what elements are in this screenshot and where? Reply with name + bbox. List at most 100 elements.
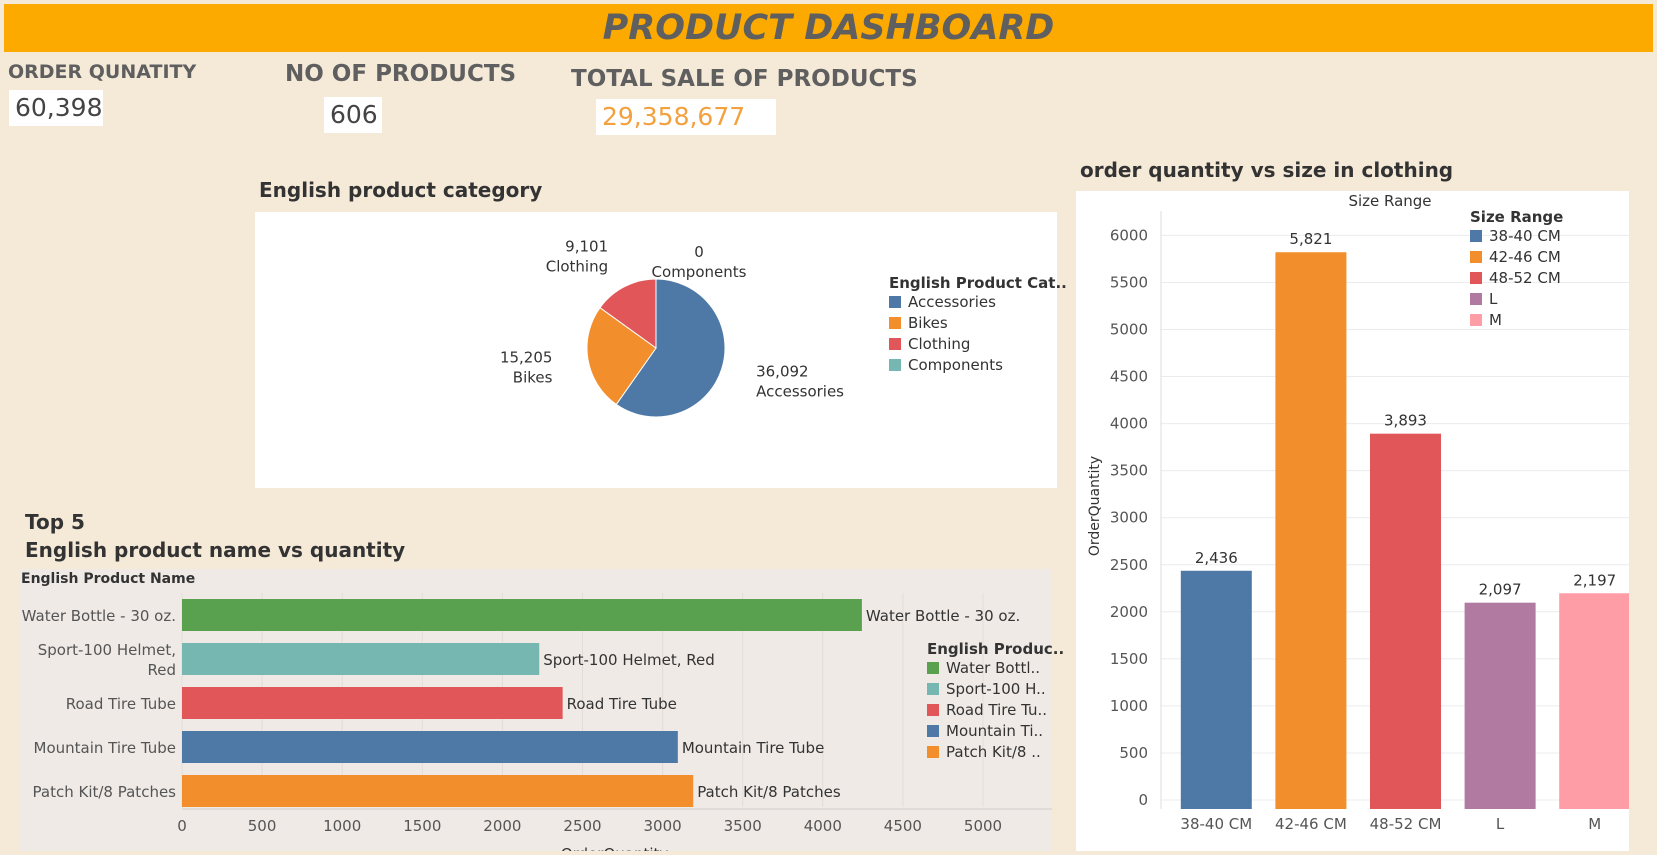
- y-tick-label: 6000: [1110, 226, 1148, 244]
- top5-legend-item[interactable]: Road Tire Tu..: [927, 700, 1064, 721]
- y-axis-title: English Product Name: [21, 571, 195, 587]
- x-tick-label: M: [1588, 815, 1601, 833]
- pie-legend-label: Components: [908, 356, 1003, 374]
- y-tick-label: Patch Kit/8 Patches: [33, 783, 177, 801]
- top5-legend-label: Water Bottl..: [946, 659, 1041, 677]
- bar-data-label: Patch Kit/8 Patches: [697, 783, 841, 801]
- bar-data-label: 5,821: [1289, 230, 1332, 248]
- x-tick-label: 1500: [403, 817, 441, 835]
- x-tick-label: 3500: [724, 817, 762, 835]
- y-tick-label: Red: [148, 661, 177, 679]
- x-tick-label: 2500: [563, 817, 601, 835]
- top5-legend-item[interactable]: Water Bottl..: [927, 658, 1064, 679]
- size-legend-title: Size Range: [1470, 208, 1564, 226]
- bar: [1559, 593, 1631, 809]
- size-legend-swatch: [1470, 314, 1482, 326]
- y-tick-label: 4500: [1110, 368, 1148, 386]
- y-tick-label: 0: [1138, 791, 1148, 809]
- pie-value-label: 9,101: [565, 238, 608, 256]
- x-tick-label: 0: [177, 817, 187, 835]
- bar-data-label: 3,893: [1384, 412, 1427, 430]
- bar-data-label: Water Bottle - 30 oz.: [866, 607, 1020, 625]
- top5-title-line2: English product name vs quantity: [25, 538, 406, 562]
- x-tick-label: 42-46 CM: [1275, 815, 1347, 833]
- y-tick-label: 4000: [1110, 415, 1148, 433]
- bar: [1180, 570, 1252, 809]
- x-tick-label: 1000: [323, 817, 361, 835]
- size-legend-item[interactable]: M: [1470, 310, 1563, 331]
- pie-legend-swatch: [889, 359, 901, 371]
- y-axis-title: OrderQuantity: [1087, 456, 1103, 556]
- dashboard-title: PRODUCT DASHBOARD: [602, 8, 1055, 48]
- y-tick-label: Water Bottle - 30 oz.: [22, 607, 176, 625]
- pie-value-label: 15,205: [500, 348, 552, 366]
- order-quantity-label: ORDER QUNATITY: [8, 61, 197, 83]
- pie-legend-item[interactable]: Bikes: [889, 313, 1067, 334]
- y-tick-label: 5000: [1110, 321, 1148, 339]
- total-sale-label: TOTAL SALE OF PRODUCTS: [571, 66, 918, 92]
- pie-chart-title: English product category: [259, 178, 543, 202]
- pie-legend-swatch: [889, 317, 901, 329]
- x-tick-label: 500: [248, 817, 277, 835]
- y-tick-label: 3000: [1110, 509, 1148, 527]
- size-legend: Size Range 38-40 CM 42-46 CM 48-52 CM L M: [1470, 208, 1563, 331]
- pie-legend-title: English Product Cat..: [889, 274, 1067, 292]
- size-legend-item[interactable]: 38-40 CM: [1470, 226, 1563, 247]
- pie-category-label: Clothing: [546, 258, 608, 276]
- top5-chart-title: Top 5 English product name vs quantity: [25, 508, 405, 564]
- bar: [182, 599, 862, 631]
- x-axis-title: OrderQuantity: [561, 845, 669, 851]
- pie-legend-item[interactable]: Components: [889, 355, 1067, 376]
- top5-legend-item[interactable]: Patch Kit/8 ..: [927, 742, 1064, 763]
- pie-legend-label: Accessories: [908, 293, 996, 311]
- bar-data-label: 2,197: [1573, 571, 1616, 589]
- bar: [1464, 602, 1536, 809]
- top5-title-line1: Top 5: [25, 510, 85, 534]
- x-tick-label: 4500: [884, 817, 922, 835]
- pie-value-label: 0: [694, 243, 704, 261]
- bar-data-label: 2,097: [1479, 581, 1522, 599]
- column-header: Size Range: [1348, 192, 1431, 210]
- size-legend-item[interactable]: L: [1470, 289, 1563, 310]
- top5-legend-label: Patch Kit/8 ..: [946, 743, 1041, 761]
- bar: [1370, 433, 1441, 809]
- size-legend-label: 42-46 CM: [1489, 248, 1561, 266]
- top5-chart-panel: English Product Name 0 500 1000 1500 2000 2500…: [20, 569, 1052, 855]
- top5-legend-swatch: [927, 746, 939, 758]
- y-tick-label: 1500: [1110, 650, 1148, 668]
- pie-legend-label: Clothing: [908, 335, 971, 353]
- bar: [182, 775, 694, 807]
- size-legend-swatch: [1470, 230, 1482, 242]
- x-tick-label: 48-52 CM: [1370, 815, 1442, 833]
- x-tick-label: 38-40 CM: [1180, 815, 1252, 833]
- bar-data-label: 2,436: [1195, 549, 1238, 567]
- top5-legend: English Produc.. Water Bottl.. Sport-100 …: [927, 640, 1064, 763]
- pie-value-label: 36,092: [756, 363, 809, 381]
- size-legend-swatch: [1470, 251, 1482, 263]
- x-tick-label: 5000: [964, 817, 1002, 835]
- pie-legend-item[interactable]: Accessories: [889, 292, 1067, 313]
- size-legend-label: L: [1489, 290, 1498, 308]
- top5-legend-swatch: [927, 683, 939, 695]
- size-legend-swatch: [1470, 293, 1482, 305]
- top5-legend-item[interactable]: Sport-100 H..: [927, 679, 1064, 700]
- size-legend-item[interactable]: 42-46 CM: [1470, 247, 1563, 268]
- x-tick-label: 3000: [644, 817, 682, 835]
- top5-legend-label: Road Tire Tu..: [946, 701, 1048, 719]
- pie-category-label: Components: [652, 263, 747, 281]
- top5-legend-label: Mountain Ti..: [946, 722, 1044, 740]
- top5-legend-item[interactable]: Mountain Ti..: [927, 721, 1064, 742]
- pie-legend-swatch: [889, 296, 901, 308]
- bar: [182, 643, 540, 675]
- pie-legend-item[interactable]: Clothing: [889, 334, 1067, 355]
- x-tick-label: 2000: [483, 817, 521, 835]
- size-legend-item[interactable]: 48-52 CM: [1470, 268, 1563, 289]
- products-count-value: 606: [324, 97, 382, 133]
- y-tick-label: 2000: [1110, 603, 1148, 621]
- bar: [182, 731, 678, 763]
- x-tick-label: 4000: [804, 817, 842, 835]
- top5-legend-swatch: [927, 725, 939, 737]
- y-tick-label: 5500: [1110, 273, 1148, 291]
- y-tick-label: Sport-100 Helmet,: [38, 641, 176, 659]
- pie-category-label: Accessories: [756, 383, 844, 401]
